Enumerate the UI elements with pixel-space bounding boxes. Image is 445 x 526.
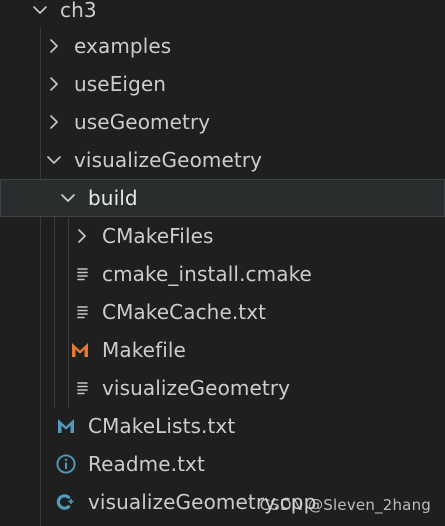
tree-item-label: useGeometry — [74, 110, 211, 134]
watermark: CSDN @Sleven_2hang — [259, 496, 431, 514]
chevron-down-icon — [57, 187, 79, 209]
tree-item-label: Makefile — [102, 338, 186, 362]
chevron-right-icon — [71, 225, 93, 247]
chevron-right-icon — [43, 73, 65, 95]
tree-item-label: useEigen — [74, 72, 167, 96]
chevron-right-icon — [43, 35, 65, 57]
lines-icon — [71, 377, 93, 399]
tree-item-build[interactable]: build — [0, 179, 445, 217]
tree-item-label: visualizeGeometry — [74, 148, 263, 172]
tree-item-label: CMakeLists.txt — [88, 414, 236, 438]
tree-item-label: Readme.txt — [88, 452, 205, 476]
lines-icon — [71, 263, 93, 285]
tree-item-label: cmake_install.cmake — [102, 262, 312, 286]
tree-item-ch3[interactable]: ch3 — [0, 0, 445, 29]
tree-item-label: visualizeGeometry — [102, 376, 291, 400]
lines-icon — [71, 301, 93, 323]
cmake-m-icon — [55, 415, 77, 437]
chevron-right-icon — [43, 111, 65, 133]
file-explorer-tree: ch3 examples useEigen useGeometry visual… — [0, 0, 445, 526]
tree-item-visualizegeometry-binary[interactable]: visualizeGeometry — [0, 369, 445, 407]
tree-item-label: build — [88, 186, 138, 210]
tree-item-readme[interactable]: Readme.txt — [0, 445, 445, 483]
tree-item-usegeometry[interactable]: useGeometry — [0, 103, 445, 141]
makefile-m-icon — [69, 339, 91, 361]
tree-item-cmakelists[interactable]: CMakeLists.txt — [0, 407, 445, 445]
tree-item-cmake-install[interactable]: cmake_install.cmake — [0, 255, 445, 293]
tree-item-cmakecache[interactable]: CMakeCache.txt — [0, 293, 445, 331]
tree-item-cmakefiles[interactable]: CMakeFiles — [0, 217, 445, 255]
tree-item-label: CMakeFiles — [102, 224, 214, 248]
tree-item-examples[interactable]: examples — [0, 27, 445, 65]
info-icon — [55, 453, 77, 475]
tree-item-makefile[interactable]: Makefile — [0, 331, 445, 369]
tree-item-visualizegeometry-folder[interactable]: visualizeGeometry — [0, 141, 445, 179]
tree-item-label: examples — [74, 34, 172, 58]
chevron-down-icon — [43, 149, 65, 171]
tree-item-label: CMakeCache.txt — [102, 300, 267, 324]
chevron-down-icon — [29, 0, 51, 21]
tree-item-useeigen[interactable]: useEigen — [0, 65, 445, 103]
tree-item-label: ch3 — [60, 0, 97, 22]
cpp-icon — [55, 491, 77, 513]
